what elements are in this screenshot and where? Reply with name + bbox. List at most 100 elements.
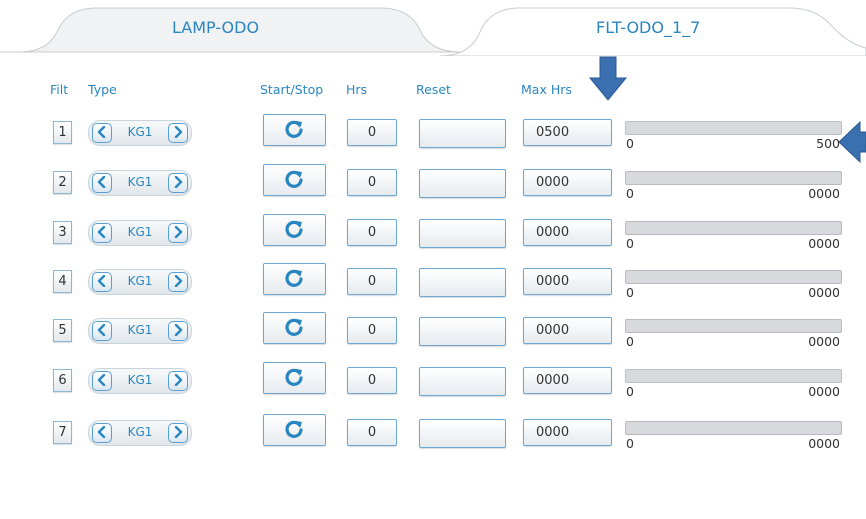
progress-max-label: 0000 <box>808 334 840 349</box>
type-next-button[interactable] <box>168 321 188 341</box>
progress-min-label: 0 <box>626 236 634 251</box>
type-prev-button[interactable] <box>92 321 112 341</box>
reset-button[interactable] <box>419 219 506 248</box>
hours-progress-bar <box>625 221 842 235</box>
filter-number: 4 <box>53 270 72 293</box>
header-type: Type <box>88 82 117 97</box>
filter-number: 2 <box>53 171 72 194</box>
filter-row: 1 KG1 0 0500 0 500 <box>0 114 866 161</box>
start-stop-button[interactable] <box>263 414 326 446</box>
chevron-right-icon <box>174 176 183 188</box>
refresh-icon <box>285 269 303 287</box>
chevron-right-icon <box>174 126 183 138</box>
filter-number: 1 <box>53 121 72 144</box>
hrs-value[interactable]: 0 <box>347 268 397 295</box>
type-next-button[interactable] <box>168 423 188 443</box>
reset-button[interactable] <box>419 169 506 198</box>
filter-row: 3 KG1 0 0000 0 0000 <box>0 214 866 261</box>
hrs-value[interactable]: 0 <box>347 169 397 196</box>
reset-button[interactable] <box>419 367 506 396</box>
chevron-left-icon <box>97 226 106 238</box>
hours-progress-bar <box>625 369 842 383</box>
refresh-icon <box>285 368 303 386</box>
type-selector: KG1 <box>88 420 192 446</box>
max-hrs-field[interactable]: 0500 <box>523 119 612 146</box>
filter-row: 7 KG1 0 0000 0 0000 <box>0 414 866 461</box>
refresh-icon <box>285 220 303 238</box>
max-hrs-field[interactable]: 0000 <box>523 419 612 446</box>
type-selector: KG1 <box>88 170 192 196</box>
type-next-button[interactable] <box>168 371 188 391</box>
hrs-value[interactable]: 0 <box>347 317 397 344</box>
filter-number: 3 <box>53 221 72 244</box>
max-hrs-value: 0000 <box>536 425 570 440</box>
header-start-stop: Start/Stop <box>260 82 324 97</box>
type-prev-button[interactable] <box>92 173 112 193</box>
chevron-left-icon <box>97 324 106 336</box>
chevron-right-icon <box>174 226 183 238</box>
max-hrs-value: 0000 <box>536 274 570 289</box>
header-reset: Reset <box>416 82 451 97</box>
hrs-value[interactable]: 0 <box>347 419 397 446</box>
reset-button[interactable] <box>419 419 506 448</box>
max-hrs-value: 0000 <box>536 225 570 240</box>
hours-progress-bar <box>625 421 842 435</box>
type-next-button[interactable] <box>168 173 188 193</box>
type-selector: KG1 <box>88 120 192 146</box>
refresh-icon <box>285 420 303 438</box>
type-prev-button[interactable] <box>92 272 112 292</box>
type-selector: KG1 <box>88 368 192 394</box>
progress-max-label: 0000 <box>808 236 840 251</box>
reset-button[interactable] <box>419 268 506 297</box>
type-prev-button[interactable] <box>92 123 112 143</box>
refresh-icon <box>285 120 303 138</box>
chevron-left-icon <box>97 126 106 138</box>
tab-shapes <box>0 7 866 56</box>
chevron-left-icon <box>97 374 106 386</box>
type-prev-button[interactable] <box>92 371 112 391</box>
header-filt: Filt <box>50 82 69 97</box>
refresh-icon <box>285 318 303 336</box>
progress-min-label: 0 <box>626 186 634 201</box>
progress-max-label: 0000 <box>808 384 840 399</box>
filter-row: 2 KG1 0 0000 0 0000 <box>0 164 866 211</box>
max-hrs-field[interactable]: 0000 <box>523 317 612 344</box>
max-hrs-field[interactable]: 0000 <box>523 367 612 394</box>
max-hrs-field[interactable]: 0000 <box>523 268 612 295</box>
reset-button[interactable] <box>419 119 506 148</box>
progress-min-label: 0 <box>626 436 634 451</box>
start-stop-button[interactable] <box>263 362 326 394</box>
max-hrs-value: 0000 <box>536 175 570 190</box>
start-stop-button[interactable] <box>263 164 326 196</box>
start-stop-button[interactable] <box>263 312 326 344</box>
type-next-button[interactable] <box>168 123 188 143</box>
hrs-value[interactable]: 0 <box>347 119 397 146</box>
type-prev-button[interactable] <box>92 423 112 443</box>
type-value: KG1 <box>127 373 153 387</box>
progress-min-label: 0 <box>626 384 634 399</box>
progress-min-label: 0 <box>626 136 634 151</box>
chevron-right-icon <box>174 324 183 336</box>
chevron-right-icon <box>174 275 183 287</box>
max-hrs-value: 0000 <box>536 373 570 388</box>
start-stop-button[interactable] <box>263 214 326 246</box>
start-stop-button[interactable] <box>263 263 326 295</box>
filter-number: 7 <box>53 421 72 444</box>
filter-row: 4 KG1 0 0000 0 0000 <box>0 263 866 310</box>
hrs-value[interactable]: 0 <box>347 219 397 246</box>
max-hrs-field[interactable]: 0000 <box>523 219 612 246</box>
refresh-icon <box>285 170 303 188</box>
hrs-value[interactable]: 0 <box>347 367 397 394</box>
progress-min-label: 0 <box>626 285 634 300</box>
start-stop-button[interactable] <box>263 114 326 146</box>
max-hrs-field[interactable]: 0000 <box>523 169 612 196</box>
type-prev-button[interactable] <box>92 223 112 243</box>
type-selector: KG1 <box>88 269 192 295</box>
chevron-left-icon <box>97 275 106 287</box>
tab-lamp-odo[interactable]: LAMP-ODO <box>172 18 259 37</box>
reset-button[interactable] <box>419 317 506 346</box>
type-next-button[interactable] <box>168 223 188 243</box>
tab-flt-odo[interactable]: FLT-ODO_1_7 <box>596 18 700 37</box>
hours-progress-bar <box>625 121 842 135</box>
type-next-button[interactable] <box>168 272 188 292</box>
